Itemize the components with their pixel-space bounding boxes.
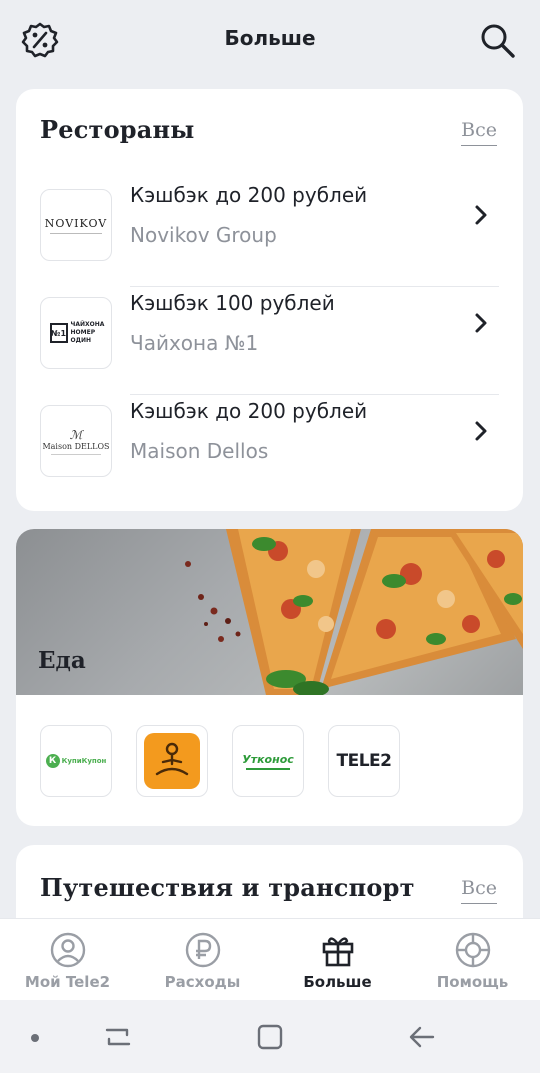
restaurants-card: Рестораны Все NOVIKOV Кэшбэк до 200 рубл… xyxy=(16,89,523,511)
partner-yoga-app[interactable] xyxy=(136,725,208,797)
partner-tele2[interactable]: TELE2 xyxy=(328,725,400,797)
partner-name: Чайхона №1 xyxy=(130,331,259,355)
see-all-link[interactable]: Все xyxy=(461,119,497,146)
chevron-right-icon xyxy=(475,205,487,225)
see-all-link[interactable]: Все xyxy=(461,877,497,904)
bottom-tab-bar: Мой Tele2 Расходы Больше Помощь xyxy=(0,918,540,1000)
cashback-text: Кэшбэк 100 рублей xyxy=(130,291,335,315)
back-icon[interactable] xyxy=(407,1022,437,1052)
chaihona-logo: №1 ЧАЙХОНА НОМЕР ОДИН xyxy=(40,297,112,369)
tab-label: Помощь xyxy=(436,973,509,991)
tab-more[interactable]: Больше xyxy=(270,919,405,1001)
tab-label: Расходы xyxy=(164,973,241,991)
partner-utkonos[interactable]: Утконос xyxy=(232,725,304,797)
partner-name: Novikov Group xyxy=(130,223,277,247)
novikov-logo: NOVIKOV xyxy=(40,189,112,261)
gift-icon xyxy=(322,937,353,967)
tab-my-tele2[interactable]: Мой Tele2 xyxy=(0,919,135,1001)
page-title: Больше xyxy=(224,26,316,50)
section-title: Путешествия и транспорт xyxy=(40,873,415,902)
restaurants-header: Рестораны Все xyxy=(40,115,499,155)
section-title: Рестораны xyxy=(40,115,195,144)
lifebuoy-icon xyxy=(455,932,490,968)
tab-help[interactable]: Помощь xyxy=(405,919,540,1001)
system-nav-bar xyxy=(0,1000,540,1073)
tab-expenses[interactable]: Расходы xyxy=(135,919,270,1001)
partner-name: Maison Dellos xyxy=(130,439,269,463)
restaurant-item-novikov[interactable]: NOVIKOV Кэшбэк до 200 рублей Novikov Gro… xyxy=(40,179,499,287)
partner-kupikupon[interactable]: К КупиКупон xyxy=(40,725,112,797)
meditation-icon xyxy=(144,733,200,789)
cashback-text: Кэшбэк до 200 рублей xyxy=(130,399,368,423)
food-card: Еда К КупиКупон Утконос TELE2 xyxy=(16,529,523,826)
cashback-text: Кэшбэк до 200 рублей xyxy=(130,183,368,207)
recents-icon[interactable] xyxy=(103,1022,133,1052)
dot-icon[interactable] xyxy=(20,1022,50,1052)
tab-label: Больше xyxy=(303,973,372,991)
restaurant-item-chaihona[interactable]: №1 ЧАЙХОНА НОМЕР ОДИН Кэшбэк 100 рублей … xyxy=(40,287,499,395)
ruble-icon xyxy=(185,932,220,968)
chevron-right-icon xyxy=(475,421,487,441)
section-title: Еда xyxy=(38,647,86,674)
pizza-image xyxy=(185,529,523,695)
profile-icon xyxy=(50,932,85,968)
travel-header: Путешествия и транспорт Все xyxy=(40,873,499,913)
restaurant-item-dellos[interactable]: ℳ Maison DELLOS Кэшбэк до 200 рублей Mai… xyxy=(40,395,499,503)
maison-dellos-logo: ℳ Maison DELLOS xyxy=(40,405,112,477)
pizza-banner[interactable] xyxy=(16,529,523,695)
search-icon[interactable] xyxy=(477,20,517,60)
top-bar: Больше xyxy=(0,0,540,82)
tab-label: Мой Tele2 xyxy=(24,973,111,991)
chevron-right-icon xyxy=(475,313,487,333)
home-icon[interactable] xyxy=(255,1022,285,1052)
